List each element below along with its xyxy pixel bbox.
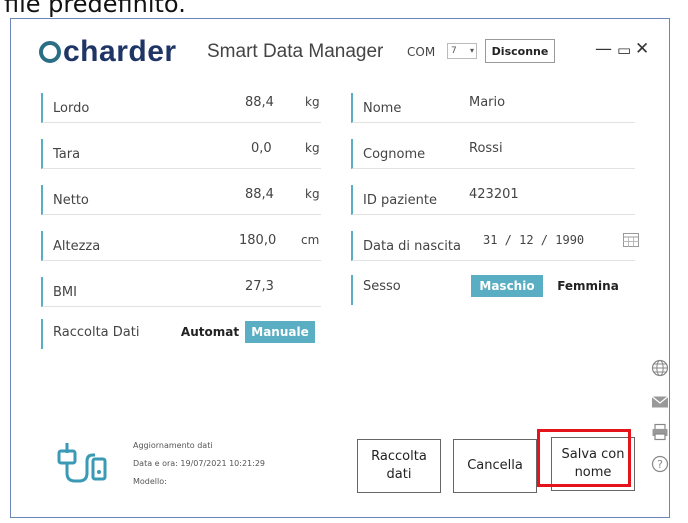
chevron-down-icon: ▾ (469, 46, 474, 55)
id-paziente-label: ID paziente (363, 193, 437, 208)
cancella-button[interactable]: Cancella (453, 439, 537, 493)
tara-unit: kg (305, 141, 320, 155)
disconnect-button[interactable]: Disconne (485, 39, 555, 63)
title-bar: charder Smart Data Manager COM 7 ▾ Disco… (11, 19, 669, 79)
usb-connection-icon (57, 443, 107, 483)
field-data-nascita: Data di nascita 31 / 12 / 1990 (351, 231, 635, 261)
app-title: Smart Data Manager (207, 41, 384, 62)
field-netto: Netto 88,4 kg (41, 185, 321, 215)
help-icon[interactable]: ? (651, 455, 669, 473)
toggle-automat[interactable]: Automat (181, 321, 239, 343)
toggle-maschio[interactable]: Maschio (471, 275, 543, 297)
com-port-value: 7 (451, 46, 457, 56)
nome-label: Nome (363, 101, 402, 116)
svg-text:?: ? (657, 458, 663, 471)
raccolta-label: Raccolta Dati (53, 325, 140, 340)
field-nome: Nome Mario (351, 93, 635, 123)
app-window: charder Smart Data Manager COM 7 ▾ Disco… (10, 18, 670, 518)
data-nascita-input[interactable]: 31 / 12 / 1990 (483, 233, 584, 247)
background-caption: file predefinito. (4, 0, 186, 18)
lordo-unit: kg (305, 95, 320, 109)
tara-label: Tara (53, 147, 81, 162)
restore-button[interactable]: ▭ (617, 41, 631, 59)
field-tara: Tara 0,0 kg (41, 139, 321, 169)
toggle-manuale[interactable]: Manuale (245, 321, 315, 343)
netto-value[interactable]: 88,4 (245, 187, 274, 202)
lordo-label: Lordo (53, 101, 90, 116)
raccolta-dati-button[interactable]: Raccolta dati (357, 439, 441, 493)
status-model: Modello: (133, 477, 167, 486)
printer-icon[interactable] (651, 423, 669, 441)
logo-ring-icon (39, 41, 61, 63)
globe-icon[interactable] (651, 359, 669, 377)
cognome-input[interactable]: Rossi (469, 141, 503, 156)
nome-input[interactable]: Mario (469, 95, 505, 110)
field-id-paziente: ID paziente 423201 (351, 185, 635, 215)
toggle-femmina[interactable]: Femmina (553, 275, 623, 297)
bmi-label: BMI (53, 285, 77, 300)
field-lordo: Lordo 88,4 kg (41, 93, 321, 123)
altezza-label: Altezza (53, 239, 101, 254)
logo-text: charder (63, 35, 177, 68)
close-button[interactable]: ✕ (635, 39, 649, 59)
field-altezza: Altezza 180,0 cm (41, 231, 321, 261)
status-datetime: Data e ora: 19/07/2021 10:21:29 (133, 459, 266, 468)
com-label: COM (407, 45, 436, 59)
sesso-label: Sesso (363, 279, 401, 294)
field-sesso: Sesso Maschio Femmina (351, 275, 635, 305)
netto-unit: kg (305, 187, 320, 201)
id-paziente-input[interactable]: 423201 (469, 187, 519, 202)
field-bmi: BMI 27,3 (41, 277, 321, 307)
mail-icon[interactable] (651, 393, 669, 411)
tara-value[interactable]: 0,0 (251, 141, 272, 156)
calendar-icon[interactable] (623, 233, 639, 247)
data-nascita-label: Data di nascita (363, 239, 461, 254)
com-port-select[interactable]: 7 ▾ (447, 43, 477, 59)
highlight-box (537, 429, 631, 487)
minimize-button[interactable]: — (595, 39, 612, 59)
bmi-value: 27,3 (245, 279, 274, 294)
netto-label: Netto (53, 193, 89, 208)
altezza-value[interactable]: 180,0 (239, 233, 276, 248)
charder-logo: charder (39, 35, 177, 69)
status-update-label: Aggiornamento dati (133, 441, 213, 450)
field-raccolta-dati: Raccolta Dati Automat Manuale (41, 319, 321, 349)
lordo-value[interactable]: 88,4 (245, 95, 274, 110)
field-cognome: Cognome Rossi (351, 139, 635, 169)
altezza-unit: cm (301, 233, 320, 247)
cognome-label: Cognome (363, 147, 426, 162)
